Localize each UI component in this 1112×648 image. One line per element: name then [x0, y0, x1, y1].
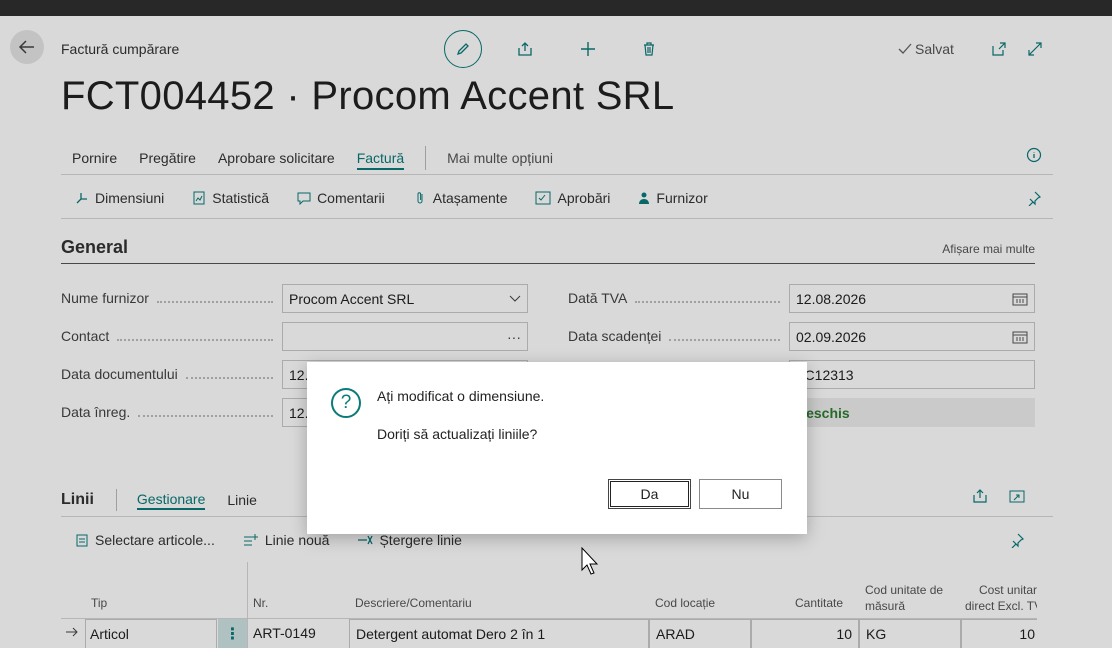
dialog-question: Doriți să actualizați liniile?	[377, 426, 538, 442]
mouse-cursor-icon	[581, 547, 599, 575]
confirm-dialog: ? Ați modificat o dimensiune. Doriți să …	[307, 362, 807, 534]
dialog-message: Ați modificat o dimensiune.	[377, 388, 545, 404]
question-icon: ?	[331, 388, 361, 418]
modal-overlay	[0, 0, 1112, 648]
yes-button[interactable]: Da	[608, 479, 691, 509]
no-button[interactable]: Nu	[699, 479, 782, 509]
